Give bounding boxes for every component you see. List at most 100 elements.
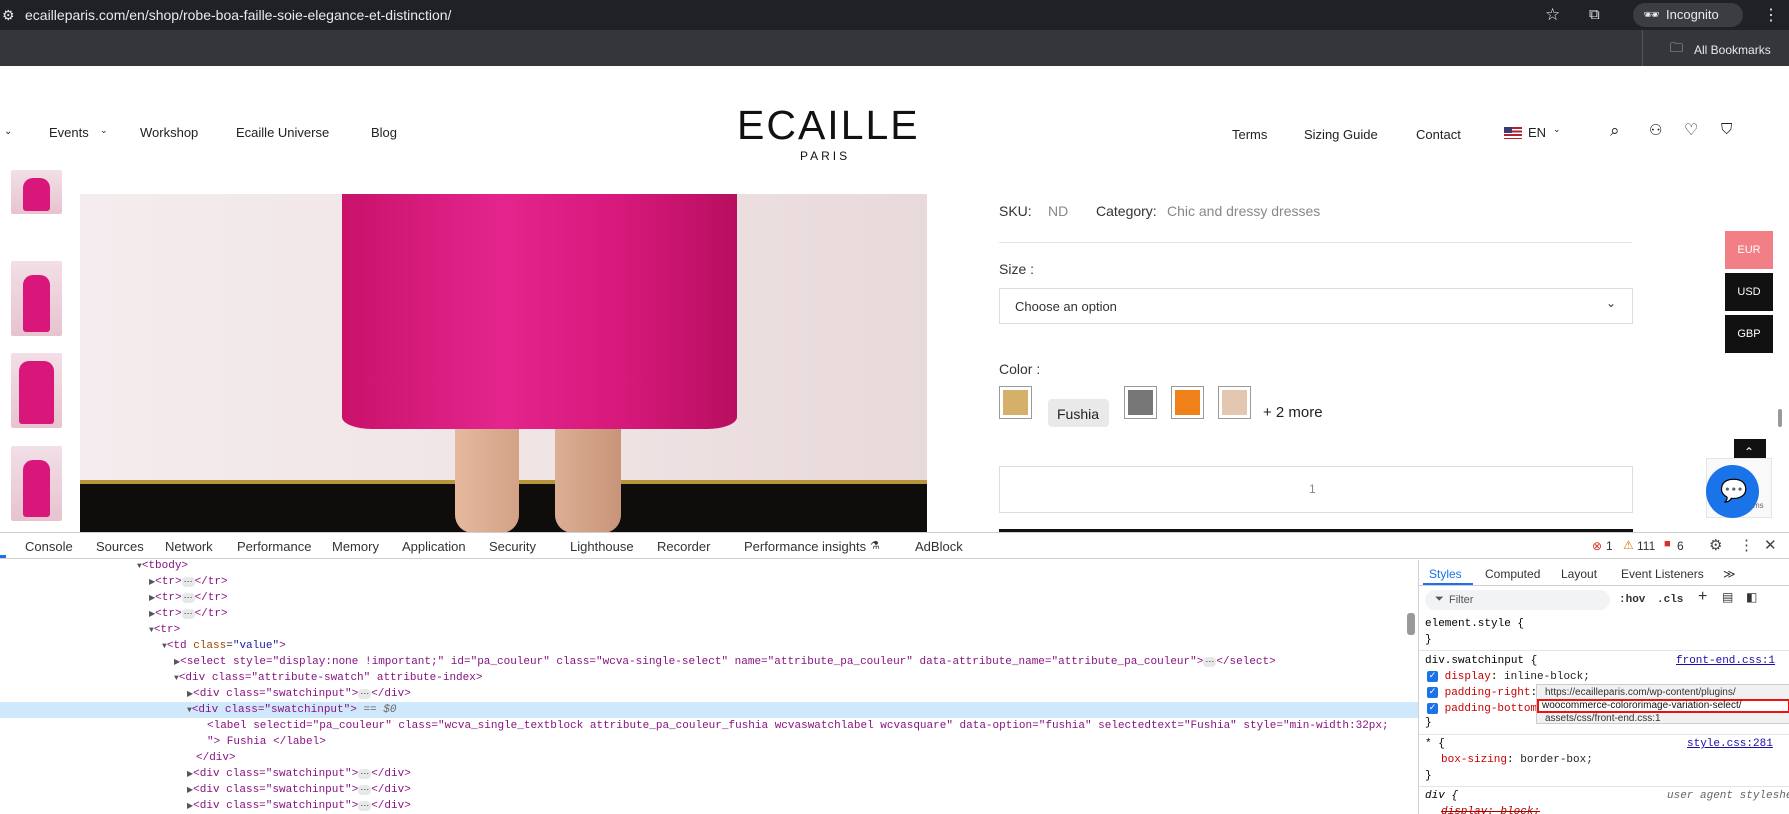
style-declaration[interactable]: box-sizing: border-box;	[1441, 752, 1593, 768]
url-text[interactable]: ecailleparis.com/en/shop/robe-boa-faille…	[25, 7, 451, 23]
site-info-icon[interactable]: ⚙	[2, 7, 15, 24]
incognito-chip[interactable]: 🕶 Incognito	[1633, 3, 1743, 27]
tab-security[interactable]: Security	[489, 539, 536, 554]
style-declaration[interactable]: ✓ padding-right:	[1427, 685, 1537, 701]
language-selector[interactable]: EN	[1528, 125, 1546, 140]
style-declaration[interactable]: ✓ display: inline-block;	[1427, 669, 1590, 685]
swatch-fill	[1175, 390, 1200, 415]
style-declaration[interactable]: ✓ padding-bottom	[1427, 701, 1537, 717]
tree-line[interactable]: ▶<select style="display:none !important;…	[174, 654, 1276, 671]
rule-source-link[interactable]: front-end.css:1	[1676, 653, 1775, 669]
tree-line[interactable]: ▶<div class="swatchinput"> ⋯ </div>	[187, 766, 411, 783]
nav-item-contact[interactable]: Contact	[1416, 127, 1461, 142]
tab-layout[interactable]: Layout	[1561, 567, 1597, 581]
rule-source-link[interactable]: style.css:281	[1687, 736, 1773, 752]
product-thumbnail[interactable]	[11, 353, 62, 428]
currency-gbp[interactable]: GBP	[1725, 315, 1773, 353]
more-tabs-icon[interactable]: ≫	[1723, 567, 1736, 581]
wishlist-heart-icon[interactable]: ♡	[1684, 120, 1698, 140]
product-main-image[interactable]	[80, 194, 927, 533]
nav-item-terms[interactable]: Terms	[1232, 127, 1267, 142]
site-logo[interactable]: ECAILLE	[737, 102, 920, 149]
color-swatch-fushia-selected[interactable]: Fushia	[1048, 399, 1109, 427]
account-icon[interactable]: ⚇	[1649, 121, 1662, 139]
chat-button[interactable]: 💬	[1706, 465, 1759, 518]
active-tab-indicator	[0, 555, 6, 558]
category-link[interactable]: Chic and dressy dresses	[1167, 203, 1320, 219]
tree-line[interactable]: ▶<div class="swatchinput"> ⋯ </div>	[187, 798, 411, 814]
tab-performance[interactable]: Performance	[237, 539, 311, 554]
tree-line[interactable]: "> Fushia </label>	[207, 734, 326, 750]
hov-toggle[interactable]: :hov	[1619, 592, 1645, 608]
error-count[interactable]: 1	[1606, 539, 1613, 553]
tree-line[interactable]: ▶<tr> ⋯ </tr>	[149, 606, 228, 623]
all-bookmarks-label[interactable]: All Bookmarks	[1694, 43, 1771, 57]
product-thumbnail[interactable]	[11, 446, 62, 521]
tree-line[interactable]: ▶<tr> ⋯ </tr>	[149, 590, 228, 607]
issues-count[interactable]: 6	[1677, 539, 1684, 553]
checkbox-icon[interactable]: ✓	[1427, 686, 1438, 698]
tab-sources[interactable]: Sources	[96, 539, 144, 554]
color-swatch[interactable]	[1124, 386, 1157, 419]
style-declaration-overridden[interactable]: display: block;	[1441, 804, 1540, 814]
checkbox-icon[interactable]: ✓	[1427, 670, 1438, 682]
more-options-icon[interactable]: ⋮	[1739, 536, 1754, 554]
close-icon[interactable]: ✕	[1764, 536, 1777, 554]
color-swatch[interactable]	[1218, 386, 1251, 419]
star-icon[interactable]: ☆	[1545, 5, 1560, 25]
cls-toggle[interactable]: .cls	[1657, 592, 1683, 608]
sidebar-toggle-icon[interactable]: ◧	[1746, 590, 1757, 604]
currency-usd[interactable]: USD	[1725, 273, 1773, 311]
quantity-input[interactable]: 1	[999, 466, 1633, 513]
checkbox-icon[interactable]: ✓	[1427, 702, 1438, 714]
tab-application[interactable]: Application	[402, 539, 466, 554]
rule-selector-star[interactable]: * {	[1425, 736, 1445, 752]
product-thumbnail[interactable]	[11, 261, 62, 336]
tree-line[interactable]: ▶<tr> ⋯ </tr>	[149, 574, 228, 591]
nav-item-workshop[interactable]: Workshop	[140, 125, 198, 140]
search-icon[interactable]: ⌕	[1610, 121, 1620, 141]
tab-console[interactable]: Console	[25, 539, 73, 554]
styles-filter-input[interactable]: ⏷ Filter	[1425, 590, 1610, 610]
nav-item-events[interactable]: Events	[49, 125, 89, 140]
settings-gear-icon[interactable]: ⚙	[1709, 536, 1722, 554]
tab-memory[interactable]: Memory	[332, 539, 379, 554]
elements-scrollbar[interactable]	[1407, 613, 1415, 635]
tree-line[interactable]: <label selectid="pa_couleur" class="wcva…	[207, 718, 1389, 734]
tab-computed[interactable]: Computed	[1485, 567, 1540, 581]
size-select[interactable]: Choose an option ⌄	[999, 288, 1633, 324]
tree-line[interactable]: ▶<div class="swatchinput"> ⋯ </div>	[187, 782, 411, 799]
tab-lighthouse[interactable]: Lighthouse	[570, 539, 634, 554]
tree-line-selected[interactable]: ▼<div class="swatchinput"> == $0	[187, 702, 396, 719]
more-colors-link[interactable]: + 2 more	[1263, 404, 1323, 421]
tab-recorder[interactable]: Recorder	[657, 539, 710, 554]
page-scrollbar[interactable]	[1778, 409, 1782, 427]
tab-adblock[interactable]: AdBlock	[915, 539, 963, 554]
tree-line[interactable]: ▼<td class="value">	[162, 638, 286, 655]
add-rule-icon[interactable]: +	[1698, 588, 1707, 606]
nav-item-sizing-guide[interactable]: Sizing Guide	[1304, 127, 1378, 142]
tree-line[interactable]: ▼<tr>	[149, 622, 180, 639]
menu-kebab-icon[interactable]: ⋮	[1763, 5, 1779, 25]
nav-item-blog[interactable]: Blog	[371, 125, 397, 140]
color-swatch[interactable]	[1171, 386, 1204, 419]
paint-icon[interactable]: ▤	[1722, 590, 1733, 604]
tree-line[interactable]: ▼<div class="attribute-swatch" attribute…	[174, 670, 482, 687]
tab-styles[interactable]: Styles	[1429, 567, 1462, 581]
warning-count[interactable]: 111	[1637, 539, 1655, 553]
tree-line[interactable]: </div>	[196, 750, 236, 766]
product-thumbnail[interactable]	[11, 170, 62, 214]
tab-performance-insights[interactable]: Performance insights	[744, 539, 866, 554]
rule-element-style[interactable]: element.style {	[1425, 616, 1524, 632]
rule-selector-swatchinput[interactable]: div.swatchinput {	[1425, 653, 1537, 669]
tab-network[interactable]: Network	[165, 539, 213, 554]
nav-item-ecaille-universe[interactable]: Ecaille Universe	[236, 125, 329, 140]
rule-selector-div[interactable]: div {	[1425, 788, 1458, 804]
tree-line[interactable]: ▶<div class="swatchinput"> ⋯ </div>	[187, 686, 411, 703]
extensions-icon[interactable]: ⧉	[1589, 6, 1600, 23]
cart-bag-icon[interactable]: ⛉	[1721, 121, 1732, 138]
color-swatch[interactable]	[999, 386, 1032, 419]
tree-line[interactable]: ▼<tbody>	[137, 560, 188, 575]
tab-event-listeners[interactable]: Event Listeners	[1621, 567, 1704, 581]
currency-eur[interactable]: EUR	[1725, 231, 1773, 269]
